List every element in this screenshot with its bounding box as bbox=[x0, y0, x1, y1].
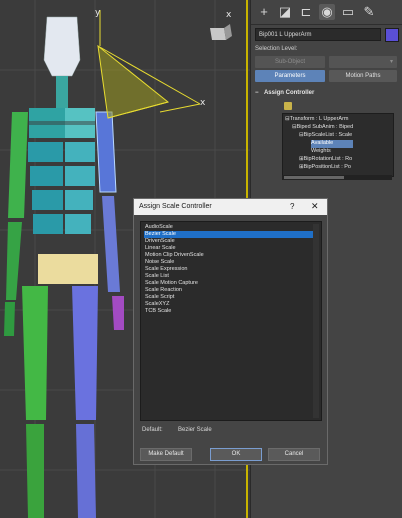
list-item[interactable]: DrivenScale bbox=[144, 238, 313, 245]
tree-item[interactable]: ⊟Biped SubAnim : Biped bbox=[292, 124, 353, 132]
object-color-swatch[interactable] bbox=[385, 28, 399, 42]
biped-pelvis bbox=[38, 254, 98, 284]
tree-horizontal-scrollbar[interactable] bbox=[282, 175, 392, 180]
cancel-button[interactable]: Cancel bbox=[268, 448, 320, 461]
motion-icon[interactable]: ◉ bbox=[319, 4, 335, 20]
gizmo-axis-label-y: y bbox=[95, 8, 101, 18]
command-panel-tabs: + ◪ ⊏ ◉ ▭ ✎ bbox=[251, 0, 402, 25]
create-icon[interactable]: + bbox=[256, 4, 272, 20]
list-item[interactable]: Motion Clip DrivenScale bbox=[144, 252, 313, 259]
list-scrollbar[interactable] bbox=[313, 224, 319, 418]
parameters-button[interactable]: Parameters bbox=[255, 70, 325, 82]
controller-tree[interactable]: ⊟Transform : L UpperArm ⊟Biped SubAnim :… bbox=[282, 113, 394, 177]
list-item[interactable]: TCB Scale bbox=[144, 308, 313, 315]
assign-controller-rollout[interactable]: − Assign Controller bbox=[255, 88, 399, 99]
motion-paths-button[interactable]: Motion Paths bbox=[329, 70, 397, 82]
list-item[interactable]: Noise Scale bbox=[144, 259, 313, 266]
tree-item-selected[interactable]: Available bbox=[311, 140, 354, 148]
viewcube-icon bbox=[210, 24, 232, 40]
list-item[interactable]: Scale Reaction bbox=[144, 287, 313, 294]
biped-head bbox=[43, 16, 81, 77]
hierarchy-icon[interactable]: ⊏ bbox=[298, 4, 314, 20]
assign-controller-icon[interactable] bbox=[284, 102, 292, 110]
biped-left-upperarm bbox=[95, 111, 124, 330]
selection-level-label: Selection Level: bbox=[255, 46, 298, 52]
scale-gizmo bbox=[97, 44, 201, 119]
default-value: Bezier Scale bbox=[178, 427, 212, 433]
scrollbar-thumb[interactable] bbox=[284, 176, 344, 179]
biped-left-leg bbox=[72, 286, 98, 518]
list-item[interactable]: Scale Script bbox=[144, 294, 313, 301]
list-item[interactable]: AudioScale bbox=[144, 224, 313, 231]
rollout-title: Assign Controller bbox=[263, 90, 315, 96]
list-item[interactable]: Linear Scale bbox=[144, 245, 313, 252]
sub-object-dropdown[interactable]: ▾ bbox=[329, 56, 397, 68]
list-item[interactable]: ScaleXYZ bbox=[144, 301, 313, 308]
assign-scale-controller-dialog: Assign Scale Controller ? ✕ AudioScale B… bbox=[133, 198, 328, 465]
tree-item[interactable]: ⊟BipScaleList : Scale bbox=[299, 132, 352, 140]
tree-item[interactable]: Weights bbox=[311, 148, 331, 156]
dialog-titlebar[interactable]: Assign Scale Controller ? ✕ bbox=[134, 199, 327, 215]
sub-object-button[interactable]: Sub-Object bbox=[255, 56, 325, 68]
rollout-collapse-toggle[interactable]: − bbox=[255, 90, 259, 96]
modify-icon[interactable]: ◪ bbox=[277, 4, 293, 20]
default-label: Default: bbox=[142, 427, 163, 433]
object-name-field[interactable]: Bip001 L UpperArm bbox=[255, 28, 381, 41]
biped-spine bbox=[28, 108, 95, 234]
ok-button[interactable]: OK bbox=[210, 448, 262, 461]
help-icon[interactable]: ? bbox=[290, 202, 294, 211]
make-default-button[interactable]: Make Default bbox=[140, 448, 192, 461]
biped-right-leg bbox=[22, 286, 48, 518]
controller-list[interactable]: AudioScale Bezier Scale DrivenScale Line… bbox=[140, 221, 322, 421]
list-item[interactable]: Scale Motion Capture bbox=[144, 280, 313, 287]
dialog-title: Assign Scale Controller bbox=[139, 203, 212, 210]
biped-neck bbox=[56, 76, 68, 108]
tree-item[interactable]: ⊞BipPositionList : Po bbox=[299, 164, 351, 172]
tree-item[interactable]: ⊞BipRotationList : Ro bbox=[299, 156, 352, 164]
list-item-selected[interactable]: Bezier Scale bbox=[144, 231, 313, 238]
utilities-icon[interactable]: ✎ bbox=[361, 4, 377, 20]
close-icon[interactable]: ✕ bbox=[311, 201, 319, 212]
display-icon[interactable]: ▭ bbox=[340, 4, 356, 20]
chevron-down-icon: ▾ bbox=[389, 59, 393, 65]
tree-item[interactable]: ⊟Transform : L UpperArm bbox=[285, 116, 349, 124]
gizmo-axis-label-x: x bbox=[200, 98, 206, 108]
viewcube-axis-label: x bbox=[226, 10, 232, 20]
list-item[interactable]: Scale List bbox=[144, 273, 313, 280]
list-item[interactable]: Scale Expression bbox=[144, 266, 313, 273]
